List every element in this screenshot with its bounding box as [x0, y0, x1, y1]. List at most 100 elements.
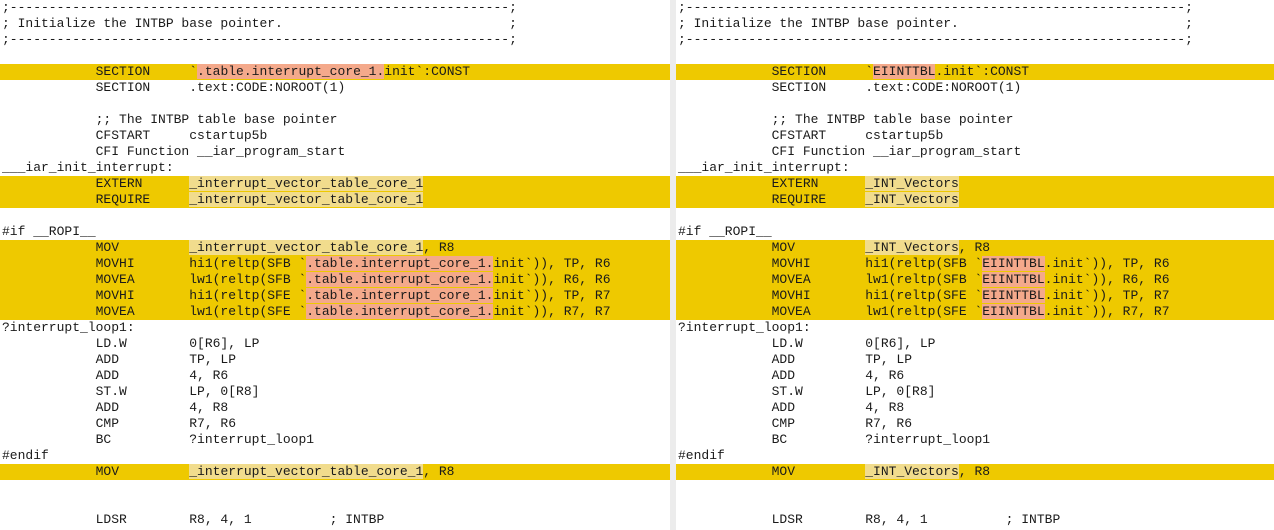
code-text: , R8 [958, 240, 991, 255]
changed-code-line: MOVHI hi1(reltp(SFB `EIINTTBL.init`)), T… [676, 256, 1274, 272]
inline-diff-text: _INT_Vectors [865, 240, 959, 255]
code-line: LD.W 0[R6], LP [0, 336, 670, 352]
code-text: init`)), TP, R7 [493, 288, 611, 303]
code-text: #if __ROPI__ [2, 224, 96, 239]
code-text: MOVHI hi1(reltp(SFE ` [2, 288, 307, 303]
diff-pane-right[interactable]: ;---------------------------------------… [676, 0, 1274, 530]
code-line: ADD 4, R6 [676, 368, 1274, 384]
code-line: #if __ROPI__ [676, 224, 1274, 240]
inline-diff-text: _INT_Vectors [865, 192, 959, 207]
inline-diff-text: _interrupt_vector_table_core_1 [189, 240, 424, 255]
changed-code-line: SECTION `EIINTTBL.init`:CONST [676, 64, 1274, 80]
changed-code-line: MOV _INT_Vectors, R8 [676, 240, 1274, 256]
code-text: ?interrupt_loop1: [678, 320, 811, 335]
code-text: MOVHI hi1(reltp(SFB ` [2, 256, 307, 271]
code-text: ___iar_init_interrupt: [678, 160, 850, 175]
code-text: CFI Function __iar_program_start [678, 144, 1022, 159]
code-line: ;---------------------------------------… [676, 32, 1274, 48]
code-line: CMP R7, R6 [676, 416, 1274, 432]
inline-diff-text: _interrupt_vector_table_core_1 [189, 192, 424, 207]
code-text: SECTION ` [2, 64, 198, 79]
code-text: ADD 4, R8 [2, 400, 229, 415]
inline-diff-text: .table.interrupt_core_1. [306, 256, 494, 271]
code-text: .init`)), R6, R6 [1044, 272, 1170, 287]
code-text: .init`:CONST [935, 64, 1030, 79]
code-text: SECTION ` [678, 64, 874, 79]
code-text: REQUIRE [2, 192, 190, 207]
inline-diff-text: _INT_Vectors [865, 464, 959, 479]
changed-code-line: MOVHI hi1(reltp(SFB `.table.interrupt_co… [0, 256, 670, 272]
code-line: ST.W LP, 0[R8] [676, 384, 1274, 400]
code-text: ADD TP, LP [2, 352, 237, 367]
code-text: .init`)), TP, R7 [1044, 288, 1170, 303]
code-text: , R8 [423, 240, 455, 255]
changed-code-line: MOV _INT_Vectors, R8 [676, 464, 1274, 480]
code-text: CFI Function __iar_program_start [2, 144, 346, 159]
inline-diff-text: _interrupt_vector_table_core_1 [189, 176, 424, 191]
code-line: ;; The INTBP table base pointer [0, 112, 670, 128]
code-line: BC ?interrupt_loop1 [0, 432, 670, 448]
code-text: ADD 4, R8 [678, 400, 905, 415]
code-text: CMP R7, R6 [678, 416, 913, 431]
code-text: MOVEA lw1(reltp(SFB ` [678, 272, 983, 287]
changed-code-line: REQUIRE _INT_Vectors [676, 192, 1274, 208]
code-text: MOV [2, 240, 190, 255]
code-line: LDSR R8, 4, 1 ; INTBP [676, 512, 1274, 528]
code-text: ADD TP, LP [678, 352, 913, 367]
code-line: ADD TP, LP [676, 352, 1274, 368]
code-line: ___iar_init_interrupt: [676, 160, 1274, 176]
code-text: LDSR R8, 4, 1 ; INTBP [678, 512, 1061, 527]
code-line: BC ?interrupt_loop1 [676, 432, 1274, 448]
changed-code-line: REQUIRE _interrupt_vector_table_core_1 [0, 192, 670, 208]
code-line: #endif [676, 448, 1274, 464]
code-text: ;; The INTBP table base pointer [678, 112, 1014, 127]
code-text: .init`)), TP, R6 [1044, 256, 1170, 271]
code-line: CFSTART cstartup5b [676, 128, 1274, 144]
code-text: MOV [2, 464, 190, 479]
changed-code-line: MOVEA lw1(reltp(SFE `EIINTTBL.init`)), R… [676, 304, 1274, 320]
code-text: ; Initialize the INTBP base pointer. ; [2, 16, 517, 31]
code-text: ;---------------------------------------… [678, 32, 1193, 47]
changed-code-line: MOV _interrupt_vector_table_core_1, R8 [0, 240, 670, 256]
code-text: ;---------------------------------------… [678, 0, 1193, 15]
code-text: , R8 [958, 464, 991, 479]
code-line: ?interrupt_loop1: [0, 320, 670, 336]
changed-code-line: MOVEA lw1(reltp(SFB `EIINTTBL.init`)), R… [676, 272, 1274, 288]
code-text: ADD 4, R6 [678, 368, 905, 383]
code-text: CFSTART cstartup5b [678, 128, 944, 143]
inline-diff-text: .table.interrupt_core_1. [306, 304, 494, 319]
diff-pane-left[interactable]: ;---------------------------------------… [0, 0, 670, 530]
code-text: init`)), TP, R6 [493, 256, 611, 271]
code-line: ; Initialize the INTBP base pointer. ; [676, 16, 1274, 32]
code-text: CFSTART cstartup5b [2, 128, 268, 143]
code-text: ST.W LP, 0[R8] [2, 384, 260, 399]
code-line: ;---------------------------------------… [0, 32, 670, 48]
code-text: CMP R7, R6 [2, 416, 237, 431]
code-text: MOVEA lw1(reltp(SFE ` [2, 304, 307, 319]
code-text: BC ?interrupt_loop1 [678, 432, 991, 447]
changed-code-line: SECTION `.table.interrupt_core_1.init`:C… [0, 64, 670, 80]
code-text: , R8 [423, 464, 455, 479]
code-text: LD.W 0[R6], LP [2, 336, 260, 351]
code-text: LDSR R8, 4, 1 ; INTBP [2, 512, 385, 527]
changed-code-line: MOVHI hi1(reltp(SFE `EIINTTBL.init`)), T… [676, 288, 1274, 304]
code-line: ;---------------------------------------… [676, 0, 1274, 16]
code-text: ST.W LP, 0[R8] [678, 384, 936, 399]
code-line: ADD 4, R8 [676, 400, 1274, 416]
inline-diff-text: .table.interrupt_core_1. [306, 288, 494, 303]
code-line: #endif [0, 448, 670, 464]
code-line: ; Initialize the INTBP base pointer. ; [0, 16, 670, 32]
code-line: CFSTART cstartup5b [0, 128, 670, 144]
inline-diff-text: EIINTTBL [982, 288, 1045, 303]
code-text: ___iar_init_interrupt: [2, 160, 174, 175]
code-text: #endif [2, 448, 49, 463]
code-text: EXTERN [2, 176, 190, 191]
code-line: SECTION .text:CODE:NOROOT(1) [0, 80, 670, 96]
code-line: ADD 4, R6 [0, 368, 670, 384]
code-line: SECTION .text:CODE:NOROOT(1) [676, 80, 1274, 96]
code-text: ?interrupt_loop1: [2, 320, 135, 335]
code-text: MOVEA lw1(reltp(SFB ` [2, 272, 307, 287]
code-line: CFI Function __iar_program_start [0, 144, 670, 160]
code-text: ; Initialize the INTBP base pointer. ; [678, 16, 1193, 31]
inline-diff-text: _interrupt_vector_table_core_1 [189, 464, 424, 479]
